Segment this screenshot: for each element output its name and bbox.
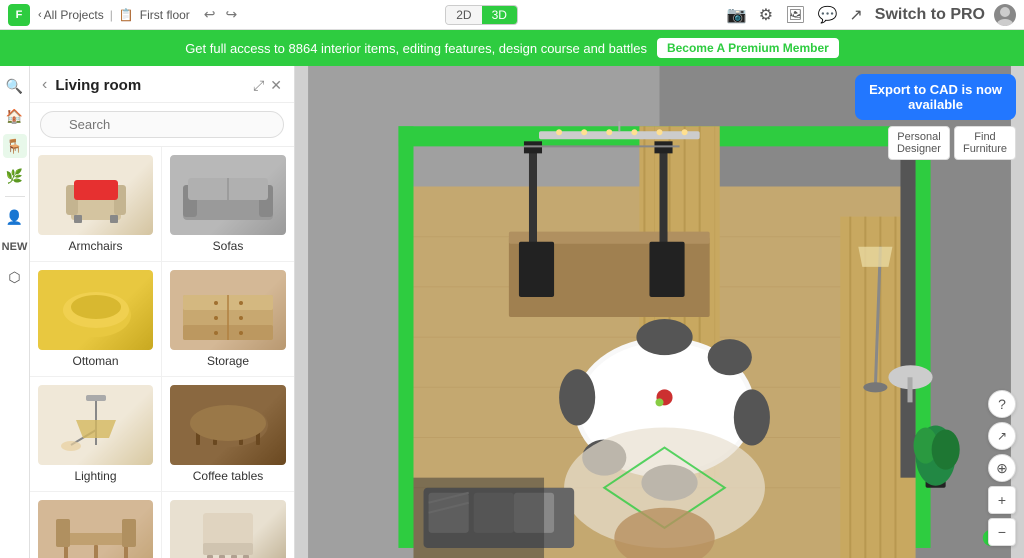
armchairs-label: Armchairs — [68, 239, 122, 253]
view-2d-button[interactable]: 2D — [446, 6, 481, 24]
storage-thumbnail — [170, 270, 286, 350]
sidebar-item-furniture[interactable]: 🪑 — [3, 134, 27, 158]
chat-button[interactable]: 💬 — [814, 5, 840, 25]
item-panel: ‹ Living room ⤢ ✕ 🔍 — [30, 66, 295, 558]
avatar[interactable] — [994, 4, 1016, 26]
sidebar-item-search[interactable]: 🔍 — [3, 74, 27, 98]
export-button[interactable]: ↗ — [988, 422, 1016, 450]
storage-label: Storage — [207, 354, 249, 368]
list-item[interactable]: Lighting — [30, 377, 162, 492]
sofas-thumbnail — [170, 155, 286, 235]
app-logo: F — [8, 4, 30, 26]
coffee-tables-thumbnail — [170, 385, 286, 465]
camera-button[interactable]: 📷 — [724, 5, 750, 25]
compass-button[interactable]: ⊕ — [988, 454, 1016, 482]
panel-title: Living room — [55, 77, 141, 94]
search-input[interactable] — [40, 111, 284, 138]
back-label: All Projects — [44, 8, 104, 22]
right-float-panel: Export to CAD is now available PersonalD… — [855, 74, 1016, 160]
list-item[interactable]: Dining tables — [30, 492, 162, 558]
sidebar-item-home[interactable]: 🏠 — [3, 104, 27, 128]
lighting-thumbnail — [38, 385, 153, 465]
back-button[interactable]: ‹ All Projects — [38, 8, 104, 22]
settings-button[interactable]: ⚙ — [756, 5, 776, 25]
floor-plan-icon: 📋 — [119, 8, 134, 22]
find-furniture-tab[interactable]: FindFurniture — [954, 126, 1016, 160]
panel-close-button[interactable]: ✕ — [270, 77, 282, 94]
right-tabs: PersonalDesigner FindFurniture — [888, 126, 1016, 160]
lighting-label: Lighting — [74, 469, 116, 483]
sidebar-item-people[interactable]: 👤 — [3, 205, 27, 229]
coffee-tables-label: Coffee tables — [193, 469, 264, 483]
armchairs-thumbnail — [38, 155, 153, 235]
promo-text: Get full access to 8864 interior items, … — [185, 41, 647, 56]
sidebar-item-new[interactable]: NEW — [3, 235, 27, 259]
zoom-out-button[interactable]: − — [988, 518, 1016, 546]
list-item[interactable]: Ottoman — [30, 262, 162, 377]
list-item[interactable]: Chairs — [162, 492, 294, 558]
export-line1: Export to CAD is now — [869, 82, 1002, 97]
history-controls: ↩ ↪ — [202, 6, 239, 23]
sidebar-item-shapes[interactable]: ⬡ — [3, 265, 27, 289]
promo-banner: Get full access to 8864 interior items, … — [0, 30, 1024, 66]
sofas-label: Sofas — [213, 239, 244, 253]
sidebar-item-plants[interactable]: 🌿 — [3, 164, 27, 188]
snapshot-button[interactable]: 🖼 — [782, 5, 808, 25]
bottom-right-controls: ? ↗ ⊕ + − — [988, 390, 1016, 546]
undo-button[interactable]: ↩ — [202, 6, 218, 23]
personal-designer-tab[interactable]: PersonalDesigner — [888, 126, 950, 160]
panel-back-button[interactable]: ‹ — [42, 76, 47, 94]
zoom-in-button[interactable]: + — [988, 486, 1016, 514]
furniture-grid: Armchairs Sofas — [30, 147, 294, 558]
breadcrumb: ‹ All Projects | 📋 First floor — [38, 8, 190, 22]
panel-search: 🔍 — [30, 103, 294, 147]
canvas-area[interactable]: Export to CAD is now available PersonalD… — [295, 66, 1024, 558]
topbar: F ‹ All Projects | 📋 First floor ↩ ↪ 2D … — [0, 0, 1024, 30]
ottoman-thumbnail — [38, 270, 153, 350]
chairs-thumbnail — [170, 500, 286, 558]
panel-header: ‹ Living room ⤢ ✕ — [30, 66, 294, 103]
view-toggle-group: 2D 3D — [247, 5, 716, 25]
floor-label: First floor — [140, 8, 190, 22]
premium-button[interactable]: Become A Premium Member — [657, 38, 839, 58]
share-button[interactable]: ↗ — [846, 5, 865, 25]
dining-tables-thumbnail — [38, 500, 153, 558]
main-area: 🔍 🏠 🪑 🌿 👤 NEW ⬡ ‹ Living room ⤢ ✕ — [0, 66, 1024, 558]
redo-button[interactable]: ↪ — [224, 6, 240, 23]
ottoman-label: Ottoman — [72, 354, 118, 368]
list-item[interactable]: Storage — [162, 262, 294, 377]
switch-pro-button[interactable]: Switch to PRO — [872, 6, 988, 24]
export-line2: available — [869, 97, 1002, 112]
panel-expand-button[interactable]: ⤢ — [253, 77, 264, 94]
sidebar-divider — [5, 196, 25, 197]
view-3d-button[interactable]: 3D — [482, 6, 517, 24]
list-item[interactable]: Armchairs — [30, 147, 162, 262]
help-button[interactable]: ? — [988, 390, 1016, 418]
list-item[interactable]: Sofas — [162, 147, 294, 262]
list-item[interactable]: Coffee tables — [162, 377, 294, 492]
left-sidebar: 🔍 🏠 🪑 🌿 👤 NEW ⬡ — [0, 66, 30, 558]
topbar-tools: 📷 ⚙ 🖼 💬 ↗ Switch to PRO — [724, 4, 1016, 26]
export-cad-badge[interactable]: Export to CAD is now available — [855, 74, 1016, 120]
